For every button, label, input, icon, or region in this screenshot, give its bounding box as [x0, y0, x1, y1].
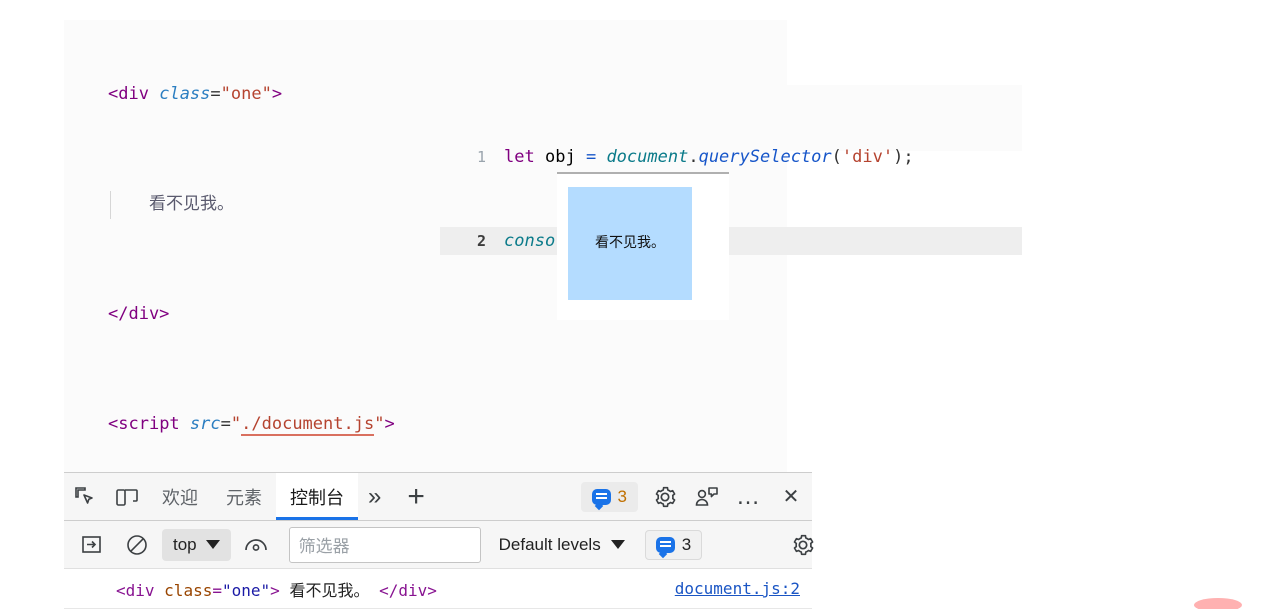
- js-arg-div: 'div': [841, 147, 894, 167]
- issues-count: 3: [681, 534, 692, 554]
- line-number: 2: [476, 232, 486, 250]
- attr-class: class: [159, 84, 211, 104]
- issues-badge-console[interactable]: 3: [644, 529, 703, 560]
- tab-welcome[interactable]: 欢迎: [148, 473, 212, 520]
- issues-badge-toolbar[interactable]: 3: [580, 481, 638, 512]
- chevron-down-icon: [205, 540, 220, 549]
- close-icon[interactable]: ✕: [770, 477, 812, 517]
- console-filter-bar: top 筛选器 Default levels 3: [64, 521, 814, 569]
- log-tag-open: <div: [116, 580, 155, 600]
- tag-script-open: script: [118, 414, 180, 434]
- live-expression-icon[interactable]: [235, 525, 277, 565]
- screen-root: <div class="one"> 看不见我。 </div> <script s…: [0, 0, 1286, 609]
- more-tabs-icon[interactable]: »: [358, 483, 391, 511]
- log-tag-end: </div>: [379, 580, 437, 600]
- issues-count: 3: [617, 486, 627, 506]
- tab-elements[interactable]: 元素: [212, 473, 276, 520]
- chevron-down-icon: [610, 540, 625, 549]
- devtools-tabbar: 欢迎 元素 控制台 » + 3 … ✕: [64, 473, 812, 521]
- js-method-queryselector: querySelector: [698, 147, 832, 167]
- issues-bubble-icon: [655, 536, 675, 553]
- console-settings-icon[interactable]: [782, 525, 824, 565]
- decorative-blob: [1194, 598, 1242, 609]
- inspect-element-icon[interactable]: [64, 477, 106, 517]
- tab-console[interactable]: 控制台: [276, 473, 358, 520]
- code-line: <script src="./document.js">: [108, 414, 395, 436]
- gear-icon[interactable]: [644, 477, 686, 517]
- log-tag-bracket: >: [270, 580, 280, 600]
- console-sidebar-icon[interactable]: [70, 525, 112, 565]
- filter-input[interactable]: 筛选器: [288, 526, 481, 563]
- div-inner-text: 看不见我。: [148, 194, 234, 214]
- console-output: <div class="one"> 看不见我。 </div> document.…: [64, 569, 812, 609]
- more-options-icon[interactable]: …: [728, 477, 770, 517]
- tag-div-open: div: [118, 84, 149, 104]
- tab-label: 元素: [226, 487, 262, 508]
- js-object-document: document: [606, 147, 689, 167]
- log-attr-eq: =: [212, 580, 222, 600]
- preview-div-one: 看不见我。: [568, 187, 692, 300]
- js-code-line: 1 let obj = document.querySelector('div')…: [440, 143, 1022, 171]
- device-toolbar-icon[interactable]: [106, 477, 148, 517]
- page-preview: 看不见我。: [557, 172, 729, 320]
- console-source-link[interactable]: document.js:2: [675, 579, 800, 598]
- issues-bubble-icon: [591, 488, 611, 505]
- add-tab-button[interactable]: +: [391, 480, 441, 514]
- tag-div-close: </div>: [108, 304, 170, 324]
- tab-label: 欢迎: [162, 487, 198, 508]
- execution-context-value: top: [173, 534, 197, 554]
- execution-context-select[interactable]: top: [162, 528, 231, 561]
- tab-label: 控制台: [290, 487, 344, 508]
- attr-src: src: [189, 414, 221, 434]
- line-number: 1: [476, 148, 486, 166]
- console-message: <div class="one"> 看不见我。 </div>: [116, 577, 437, 601]
- filter-placeholder: 筛选器: [298, 537, 350, 556]
- log-attr-name: class: [164, 580, 213, 600]
- log-attr-value: "one": [221, 580, 271, 600]
- js-operator-eq: =: [585, 147, 597, 167]
- devtools-panel: 欢迎 元素 控制台 » + 3 … ✕ top 筛选器 Default leve…: [64, 472, 814, 609]
- script-src-value[interactable]: ./document.js: [241, 414, 375, 436]
- log-content: 看不见我。: [289, 580, 370, 600]
- console-row[interactable]: <div class="one"> 看不见我。 </div> document.…: [64, 569, 812, 609]
- js-code-line: 2console.log(obj);: [440, 227, 1022, 255]
- attr-class-value: "one": [220, 84, 272, 104]
- feedback-icon[interactable]: [686, 477, 728, 517]
- js-keyword-let: let: [504, 147, 535, 167]
- js-source-editor[interactable]: 1 let obj = document.querySelector('div')…: [440, 85, 1022, 255]
- js-var-obj: obj: [544, 147, 576, 167]
- log-levels-select[interactable]: Default levels: [499, 535, 625, 555]
- log-levels-value: Default levels: [498, 534, 601, 554]
- clear-console-icon[interactable]: [116, 525, 158, 565]
